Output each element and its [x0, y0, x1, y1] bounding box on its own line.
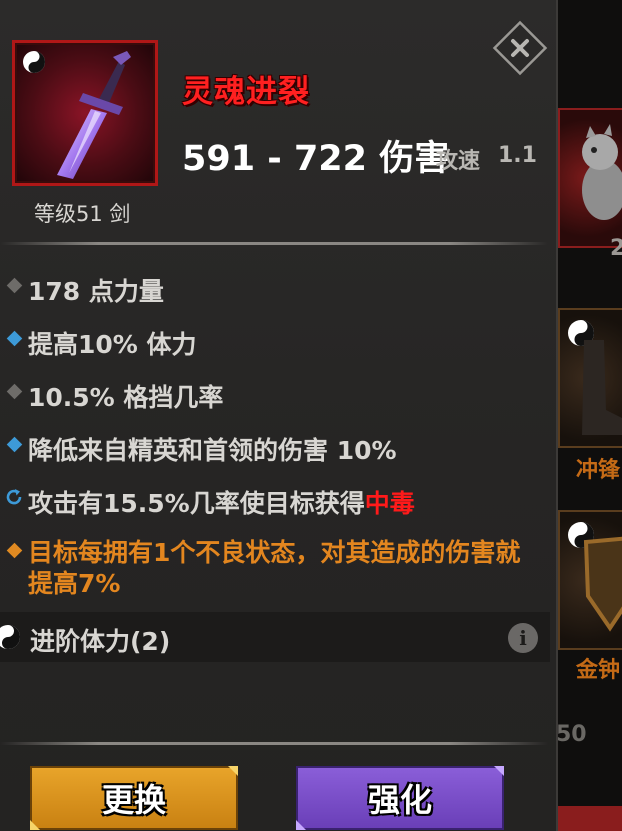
background-number: 2 — [610, 236, 622, 261]
stat-text: 10.5% 格挡几率 — [28, 383, 224, 412]
item-tooltip-panel: 等级51 剑 灵魂进裂 591 - 722 伤害 攻速 1.1 178 点力量 … — [0, 0, 558, 831]
stat-text: 攻击有15.5%几率使目标获得 — [28, 489, 365, 518]
gray-diamond-icon — [6, 383, 22, 400]
stat-text: 目标每拥有1个不良状态，对其造成的伤害就提高7% — [28, 538, 521, 598]
background-item-slot[interactable] — [558, 108, 622, 248]
boots-icon — [582, 340, 622, 435]
corner-ornament — [30, 820, 40, 830]
stat-text: 降低来自精英和首领的伤害 10% — [28, 436, 397, 465]
background-item-slot[interactable] — [558, 308, 622, 448]
stat-line: 目标每拥有1个不良状态，对其造成的伤害就提高7% — [0, 537, 538, 599]
divider — [0, 742, 548, 745]
set-bonus-bar[interactable]: 进阶体力(2) i — [0, 612, 550, 662]
enhance-button-label: 强化 — [367, 781, 432, 819]
sword-icon — [57, 51, 131, 179]
replace-button-label: 更换 — [101, 781, 166, 819]
attack-speed-value: 1.1 — [498, 143, 537, 168]
corner-ornament — [228, 766, 238, 776]
stat-line: 10.5% 格挡几率 — [0, 378, 223, 414]
replace-button[interactable]: 更换 — [30, 766, 238, 830]
item-name: 灵魂进裂 — [182, 74, 310, 110]
background-item-slot — [558, 806, 622, 831]
stat-line: 提高10% 体力 — [0, 325, 197, 361]
poison-keyword: 中毒 — [364, 489, 415, 518]
stat-line: 攻击有15.5%几率使目标获得中毒 — [0, 484, 415, 520]
cycle-icon — [6, 489, 22, 505]
stat-text: 提高10% 体力 — [28, 330, 197, 359]
item-damage: 591 - 722 伤害 — [182, 139, 450, 179]
gray-diamond-icon — [6, 277, 22, 294]
divider — [0, 242, 548, 245]
background-item-label: 金钟 — [576, 658, 621, 683]
blue-diamond-icon — [6, 436, 22, 453]
stat-line: 178 点力量 — [0, 272, 164, 308]
corner-ornament — [296, 820, 306, 830]
background-number: 50 — [556, 722, 587, 747]
corner-ornament — [494, 766, 504, 776]
orange-diamond-icon — [6, 542, 22, 559]
creature-icon — [582, 124, 622, 220]
stat-text: 178 点力量 — [28, 277, 164, 306]
stat-line: 降低来自精英和首领的伤害 10% — [0, 431, 397, 467]
shield-icon — [583, 536, 622, 632]
blue-diamond-icon — [6, 330, 22, 347]
background-item-label: 冲锋 — [576, 458, 621, 483]
set-bonus-label: 进阶体力(2) — [30, 627, 171, 656]
attack-speed-label: 攻速 — [436, 149, 481, 174]
close-icon[interactable] — [492, 20, 548, 76]
item-level-type: 等级51 剑 — [34, 202, 131, 226]
background-item-slot[interactable] — [558, 510, 622, 650]
info-icon[interactable]: i — [508, 623, 538, 653]
enhance-button[interactable]: 强化 — [296, 766, 504, 830]
yin-yang-icon — [0, 625, 20, 649]
item-icon-frame — [12, 40, 158, 186]
